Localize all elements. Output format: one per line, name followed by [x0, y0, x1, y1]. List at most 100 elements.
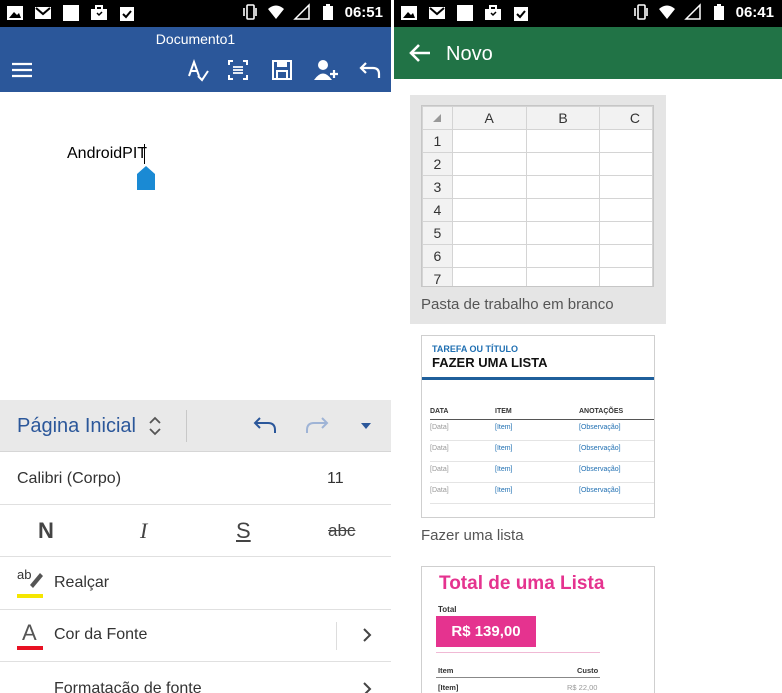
row-divider	[336, 622, 337, 650]
font-format-label: Formatação de fonte	[54, 680, 202, 693]
table-row: [Data] [Item] [Observação]	[430, 462, 654, 483]
table-cell: [Item]	[495, 424, 513, 431]
ribbon-tab-label[interactable]: Página Inicial	[17, 415, 136, 438]
document-title[interactable]: Documento1	[0, 31, 391, 47]
blank-workbook-template[interactable]: A B C 1 2 3 4 5 6 7 Pasta de trabalho em…	[410, 95, 666, 324]
list-template[interactable]: TAREFA OU TÍTULO FAZER UMA LISTA DATA IT…	[421, 335, 655, 518]
menu-button[interactable]	[8, 57, 36, 83]
table-cell: [Item]	[495, 487, 513, 494]
chevron-right-icon[interactable]	[361, 681, 373, 693]
wifi-icon	[658, 5, 675, 19]
item-column-header: Item	[438, 666, 454, 675]
item-cell: [Item]	[438, 683, 459, 692]
table-cell: [Observação]	[579, 487, 621, 494]
table-cell: [Data]	[430, 445, 449, 452]
template-accent-bar	[422, 377, 654, 380]
bold-button[interactable]: N	[38, 518, 54, 544]
row-header: 3	[422, 175, 453, 199]
ribbon-redo-icon[interactable]	[304, 414, 330, 438]
table-cell: [Item]	[495, 445, 513, 452]
word-app-bar: Documento1	[0, 27, 391, 92]
undo-button[interactable]	[356, 57, 384, 83]
template-title: Total de uma Lista	[439, 573, 605, 594]
save-icon	[272, 60, 292, 80]
highlight-row[interactable]: ab Realçar	[0, 558, 391, 610]
underline-button[interactable]: S	[236, 518, 251, 544]
excel-app-bar: Novo	[394, 27, 782, 79]
document-canvas[interactable]: AndroidPIT	[0, 92, 391, 400]
column-header: C	[599, 106, 653, 130]
status-clock: 06:51	[344, 3, 383, 21]
status-bar: 06:51	[0, 0, 391, 27]
column-header: B	[525, 106, 601, 130]
strikethrough-button[interactable]: abc	[328, 521, 355, 541]
battery-icon	[322, 4, 333, 20]
wifi-icon	[267, 5, 284, 19]
table-row: [Data] [Item] [Observação]	[430, 483, 654, 504]
font-size[interactable]: 11	[327, 470, 344, 488]
highlight-label: Realçar	[54, 574, 110, 591]
row-header: 1	[422, 129, 453, 153]
template-title: FAZER UMA LISTA	[432, 355, 548, 370]
italic-button[interactable]: I	[140, 518, 147, 544]
table-cell: [Data]	[430, 466, 449, 473]
total-list-template[interactable]: Total de uma Lista Total R$ 139,00 Item …	[421, 566, 655, 693]
ribbon-collapse-icon[interactable]	[360, 422, 372, 430]
spell-check-icon	[188, 59, 209, 82]
font-color-row[interactable]: A Cor da Fonte	[0, 610, 391, 662]
highlight-color-swatch	[17, 594, 43, 598]
gallery-notification-icon	[7, 6, 23, 20]
total-value: R$ 139,00	[436, 616, 536, 647]
image-notification-icon	[457, 5, 473, 21]
template-subtitle: TAREFA OU TÍTULO	[432, 344, 518, 354]
ribbon-header: Página Inicial	[0, 400, 391, 452]
read-mode-icon	[228, 60, 248, 80]
hamburger-menu-icon	[12, 62, 32, 78]
row-header: 4	[422, 198, 453, 222]
chevron-right-icon[interactable]	[361, 627, 373, 643]
table-cell: [Observação]	[579, 466, 621, 473]
document-text[interactable]: AndroidPIT	[67, 145, 147, 163]
row-header: 6	[422, 244, 453, 268]
gallery-notification-icon	[401, 6, 417, 20]
font-color-icon: A	[22, 620, 37, 645]
share-button[interactable]	[312, 57, 340, 83]
tab-switcher-icon[interactable]	[148, 414, 162, 438]
signal-icon	[683, 3, 701, 20]
read-mode-button[interactable]	[224, 57, 252, 83]
signal-icon	[292, 3, 310, 20]
vibrate-icon	[633, 4, 648, 20]
format-buttons-row: N I S abc	[0, 505, 391, 557]
back-arrow-icon[interactable]	[408, 41, 432, 65]
status-bar: 06:41	[394, 0, 782, 27]
clipboard-check-notification-icon	[120, 7, 134, 21]
table-cell: [Item]	[495, 466, 513, 473]
column-header: DATA	[430, 408, 449, 415]
table-cell: [Data]	[430, 424, 449, 431]
image-notification-icon	[63, 5, 79, 21]
cursor-handle-icon[interactable]	[136, 166, 156, 190]
font-format-row[interactable]: Formatação de fonte	[0, 662, 391, 693]
table-row: [Data] [Item] [Observação]	[430, 441, 654, 462]
spelling-button[interactable]	[184, 57, 212, 83]
gmail-notification-icon	[35, 7, 51, 19]
cost-column-header: Custo	[577, 666, 599, 675]
status-clock: 06:41	[735, 3, 774, 21]
font-color-swatch	[17, 646, 43, 650]
spreadsheet-preview: A B C 1 2 3 4 5 6 7	[421, 105, 654, 287]
add-person-icon	[314, 60, 338, 80]
text-cursor	[144, 144, 145, 164]
excel-app-panel: 06:41 Novo A B C 1 2 3 4 5 6 7 Pasta de …	[394, 0, 782, 693]
font-name[interactable]: Calibri (Corpo)	[17, 470, 121, 488]
ribbon-undo-icon[interactable]	[252, 414, 278, 438]
save-button[interactable]	[268, 57, 296, 83]
template-table: DATA ITEM ANOTAÇÕES [Data] [Item] [Obser…	[430, 404, 654, 504]
row-header: 2	[422, 152, 453, 176]
header-separator	[436, 677, 600, 678]
font-row[interactable]: Calibri (Corpo) 11	[0, 453, 391, 505]
undo-icon	[359, 62, 381, 78]
column-header: ITEM	[495, 408, 512, 415]
row-header: 5	[422, 221, 453, 245]
gmail-notification-icon	[429, 7, 445, 19]
list-template-label: Fazer uma lista	[421, 527, 524, 544]
